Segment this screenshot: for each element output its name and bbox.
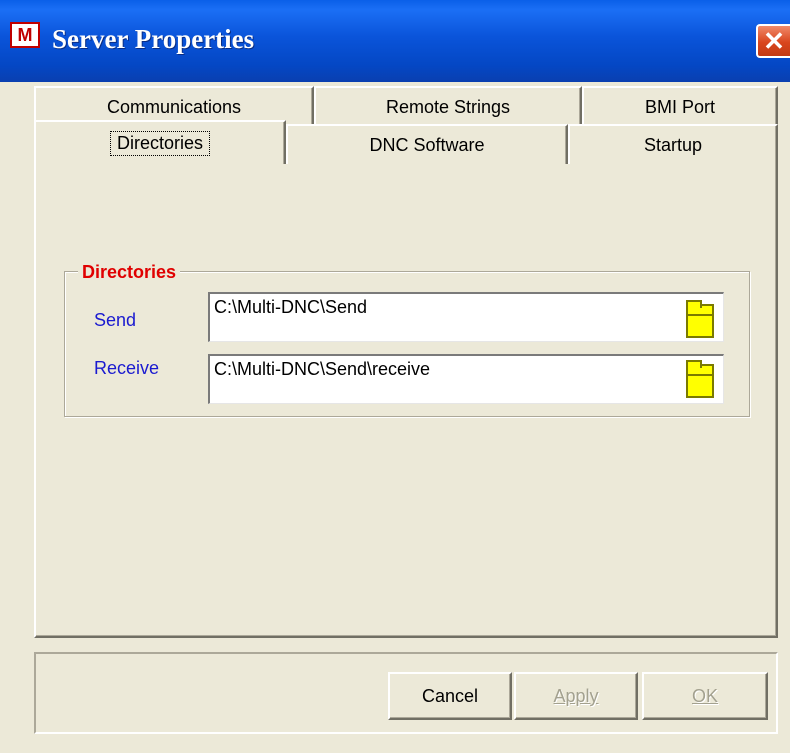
tab-label: Communications	[106, 96, 242, 117]
tab-startup[interactable]: Startup	[568, 124, 778, 164]
apply-button[interactable]: Apply	[514, 672, 638, 720]
tab-directories[interactable]: Directories	[34, 120, 286, 164]
tab-bmi-port[interactable]: BMI Port	[582, 86, 778, 126]
cancel-button-label: Cancel	[421, 685, 479, 706]
multi-dnc-logo-icon: M	[10, 22, 40, 48]
close-button[interactable]: ✕	[756, 24, 790, 58]
cancel-button[interactable]: Cancel	[388, 672, 512, 720]
tab-label: BMI Port	[644, 96, 715, 117]
tab-dnc-software[interactable]: DNC Software	[286, 124, 568, 164]
ok-button-label: OK	[691, 685, 718, 706]
window-title: Server Properties	[52, 24, 255, 54]
tab-label: Directories	[109, 130, 211, 156]
send-path-value: C:\Multi-DNC\Send	[214, 297, 368, 317]
receive-label: Receive	[94, 358, 160, 378]
title-bar[interactable]: M Server Properties ✕	[0, 0, 790, 82]
folder-icon[interactable]	[686, 360, 714, 398]
receive-path-field[interactable]: C:\Multi-DNC\Send\receive	[208, 354, 724, 404]
group-title: Directories	[78, 262, 181, 283]
close-icon: ✕	[763, 26, 785, 56]
apply-button-label: Apply	[553, 685, 599, 706]
tab-label: Startup	[643, 134, 703, 155]
send-path-field[interactable]: C:\Multi-DNC\Send	[208, 292, 724, 342]
server-properties-dialog: M Server Properties ✕ Communications Rem…	[0, 0, 790, 753]
tab-label: Remote Strings	[385, 96, 511, 117]
tab-remote-strings[interactable]: Remote Strings	[314, 86, 582, 126]
send-label: Send	[94, 310, 137, 330]
folder-icon[interactable]	[686, 300, 714, 338]
tab-label: DNC Software	[369, 134, 485, 155]
receive-path-value: C:\Multi-DNC\Send\receive	[214, 359, 431, 379]
ok-button[interactable]: OK	[642, 672, 768, 720]
